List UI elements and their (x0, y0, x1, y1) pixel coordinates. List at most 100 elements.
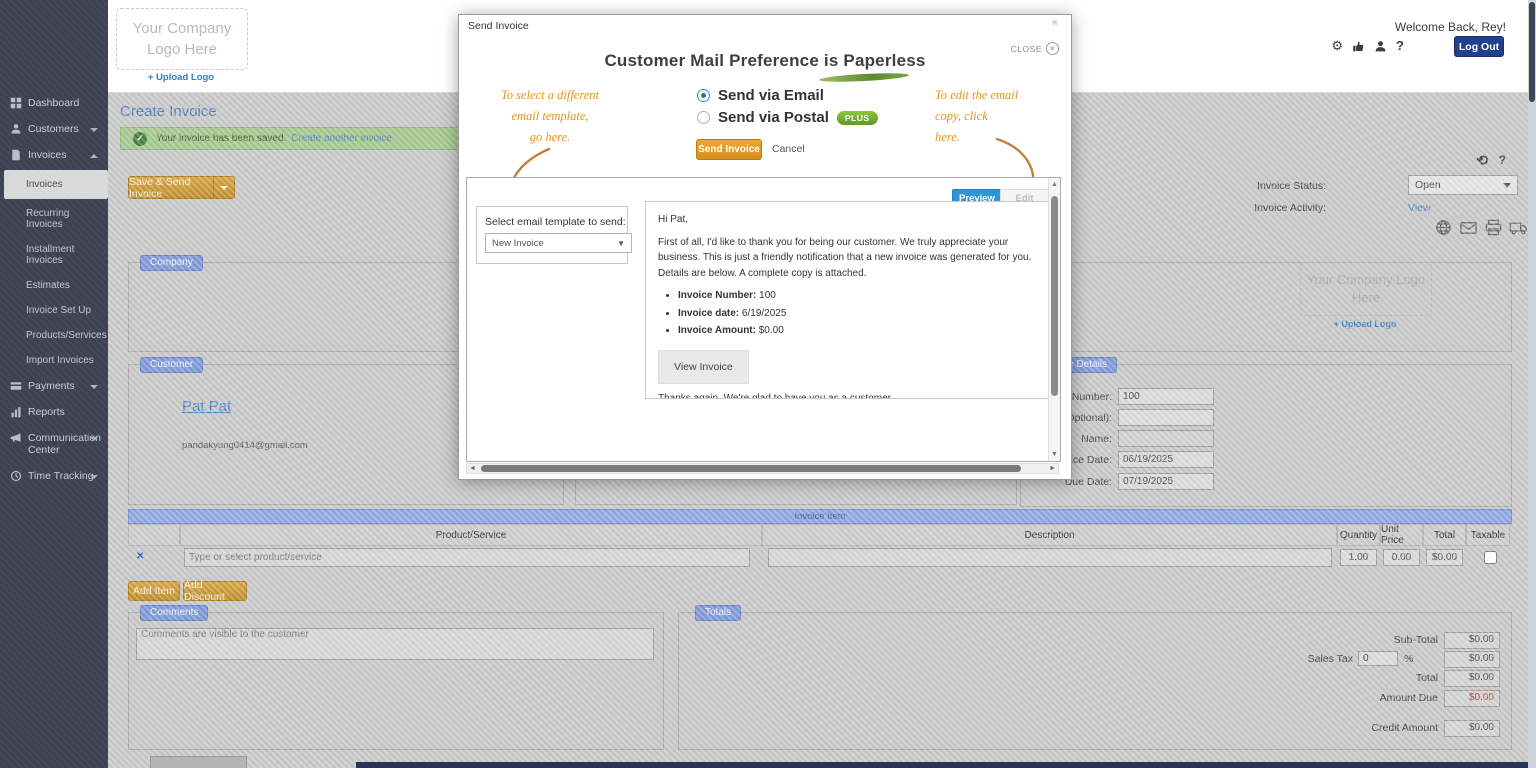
sidebar-subitem-invoices[interactable]: Invoices (4, 170, 108, 199)
customer-name-link[interactable]: Pat Pat (182, 398, 231, 415)
radio-unselected-icon (697, 111, 710, 124)
sidebar: Dashboard Customers Invoices Invoices Re… (0, 0, 108, 768)
invoice-logo-placeholder[interactable]: Your Company Logo Here (1300, 262, 1432, 316)
table-header-unit-price: Unit Price (1380, 524, 1423, 546)
logout-button[interactable]: Log Out (1454, 36, 1504, 57)
modal-heading: Customer Mail Preference is Paperless (459, 51, 1071, 71)
gear-icon[interactable]: ⚙ (1331, 38, 1343, 54)
invoice-status-value: Open (1415, 179, 1441, 191)
sidebar-subitem-import-invoices[interactable]: Import Invoices (0, 348, 108, 373)
scrollbar-thumb[interactable] (1051, 196, 1058, 396)
sidebar-item-communication-center[interactable]: Communication Center (0, 425, 108, 463)
upload-logo-link[interactable]: + Upload Logo (116, 72, 246, 83)
plus-badge: PLUS (837, 111, 878, 125)
invoice-upload-logo-link[interactable]: + Upload Logo (1300, 319, 1430, 329)
sidebar-item-label: Payments (28, 380, 75, 392)
sidebar-item-dashboard[interactable]: Dashboard (0, 90, 108, 116)
header-icon-row: ⚙ ? (1331, 38, 1404, 54)
print-icon[interactable] (1484, 219, 1503, 236)
comments-textarea[interactable] (136, 628, 654, 660)
sidebar-subitem-recurring-invoices[interactable]: Recurring Invoices (0, 201, 108, 237)
po-number-input[interactable] (1118, 409, 1214, 426)
sidebar-item-reports[interactable]: Reports (0, 399, 108, 425)
save-send-invoice-button[interactable]: Save & Send Invoice (128, 176, 214, 199)
sidebar-item-label: Time Tracking (28, 470, 94, 482)
credit-amount-value: $0.00 (1444, 720, 1500, 737)
amount-due-value: $0.00 (1444, 690, 1500, 707)
table-header-taxable: Taxable (1466, 524, 1510, 546)
modal-send-invoice-button[interactable]: Send Invoice (696, 139, 762, 160)
payments-icon (10, 380, 22, 392)
salestax-rate-input[interactable] (1358, 651, 1398, 666)
scroll-left-arrow[interactable]: ◄ (469, 464, 476, 473)
due-date-input[interactable] (1118, 473, 1214, 490)
truck-icon[interactable] (1509, 219, 1528, 236)
vertical-scrollbar[interactable]: ▲ ▼ (1048, 178, 1060, 461)
horizontal-scrollbar[interactable]: ◄ ► (466, 463, 1059, 474)
scroll-down-arrow[interactable]: ▼ (1049, 451, 1060, 458)
globe-icon[interactable] (1434, 219, 1453, 236)
subtotal-label: Sub-Total (1338, 634, 1438, 646)
account-icon[interactable] (1374, 40, 1387, 53)
unit-price-input[interactable] (1383, 549, 1420, 566)
invoice-number-input[interactable] (1118, 388, 1214, 405)
table-header-description: Description (762, 524, 1337, 546)
customer-email: pandakyung0414@gmail.com (182, 440, 308, 451)
product-service-input[interactable] (184, 548, 750, 567)
thumbs-up-icon[interactable] (1352, 40, 1365, 53)
taxable-checkbox[interactable] (1484, 551, 1497, 564)
invoice-date-input[interactable] (1118, 451, 1214, 468)
create-another-invoice-link[interactable]: Create another invoice (291, 133, 392, 144)
invoice-status-select[interactable]: Open (1408, 175, 1518, 195)
sidebar-item-customers[interactable]: Customers (0, 116, 108, 142)
quantity-input[interactable] (1340, 549, 1377, 566)
sidebar-subitem-products-services[interactable]: Products/Services (0, 323, 108, 348)
description-input[interactable] (768, 548, 1332, 567)
check-icon: ✓ (133, 132, 147, 146)
email-greeting: Hi Pat, (658, 212, 1036, 228)
sidebar-subitem-installment-invoices[interactable]: Installment Invoices (0, 237, 108, 273)
sidebar-item-label: Communication Center (28, 432, 86, 456)
sidebar-item-time-tracking[interactable]: Time Tracking (0, 463, 108, 489)
company-logo-placeholder[interactable]: Your Company Logo Here (116, 8, 248, 70)
name-input[interactable] (1118, 430, 1214, 447)
template-value: New Invoice (492, 238, 544, 249)
row-total-input[interactable] (1426, 549, 1463, 566)
radio-selected-icon (697, 89, 710, 102)
sidebar-subitem-estimates[interactable]: Estimates (0, 273, 108, 298)
delete-row-icon[interactable]: ✕ (136, 551, 144, 562)
footer-cutoff-element (150, 756, 247, 768)
scroll-right-arrow[interactable]: ► (1049, 464, 1056, 473)
help-icon[interactable]: ? (1396, 38, 1404, 54)
scroll-up-arrow[interactable]: ▲ (1049, 181, 1060, 188)
page-title: Create Invoice (120, 103, 217, 120)
footer-bar (356, 762, 1528, 768)
email-bullet: Invoice date: 6/19/2025 (678, 306, 1036, 322)
total-label: Total (1338, 672, 1438, 684)
scrollbar-thumb[interactable] (1529, 2, 1535, 102)
modal-cancel-link[interactable]: Cancel (772, 143, 805, 155)
percent-sign: % (1404, 653, 1418, 665)
clock-icon (10, 470, 22, 482)
customer-tag: Customer (140, 357, 203, 373)
sidebar-item-invoices[interactable]: Invoices (0, 142, 108, 168)
add-item-button[interactable]: Add Item (128, 581, 180, 601)
chevron-down-icon (90, 128, 98, 132)
browser-scrollbar[interactable] (1528, 0, 1536, 768)
save-send-dropdown-button[interactable] (213, 176, 235, 199)
sidebar-item-payments[interactable]: Payments (0, 373, 108, 399)
template-select[interactable]: New Invoice ▼ (485, 233, 632, 253)
scrollbar-thumb[interactable] (481, 465, 1021, 472)
sidebar-subitem-invoice-set-up[interactable]: Invoice Set Up (0, 298, 108, 323)
send-via-postal-radio[interactable]: Send via Postal PLUS (697, 109, 878, 126)
history-icon[interactable]: ⟲ (1476, 152, 1488, 169)
view-invoice-button[interactable]: View Invoice (658, 350, 749, 384)
add-discount-button[interactable]: Add Discount (183, 581, 247, 601)
send-via-email-radio[interactable]: Send via Email (697, 87, 824, 104)
chevron-down-icon (90, 385, 98, 389)
invoice-status-label: Invoice Status: (1218, 180, 1326, 192)
email-icon[interactable] (1459, 219, 1478, 236)
chevron-down-icon: ▼ (617, 239, 625, 248)
invoice-activity-view-link[interactable]: View (1408, 202, 1431, 214)
help-icon[interactable]: ? (1499, 153, 1506, 167)
